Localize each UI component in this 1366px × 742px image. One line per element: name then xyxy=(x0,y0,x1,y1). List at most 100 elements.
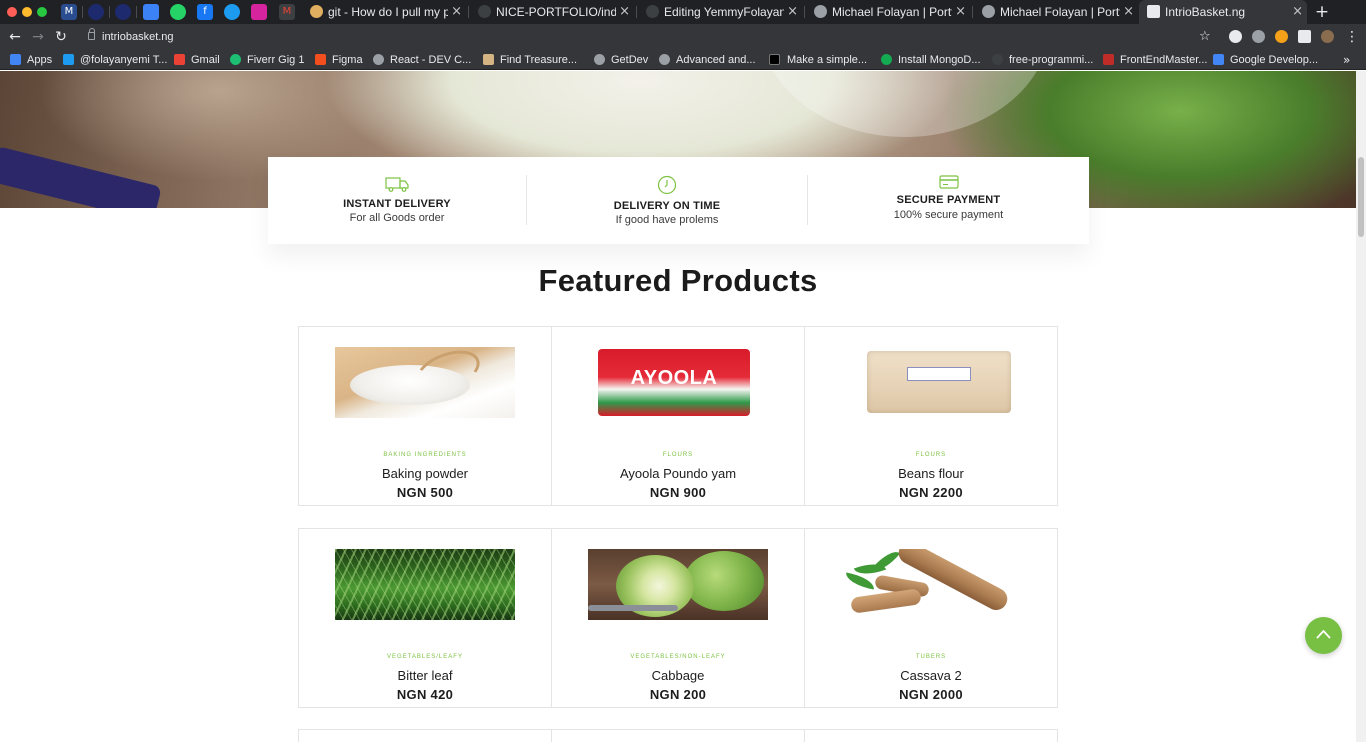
extension-icon[interactable] xyxy=(1275,30,1288,43)
tab-portfolio-2[interactable]: Michael Folayan | Portfoli × xyxy=(974,0,1138,24)
maximize-window-button[interactable] xyxy=(37,7,47,17)
address-bar[interactable]: intriobasket.ng xyxy=(78,27,1222,47)
product-card-bitter-leaf[interactable]: Vegetables/Leafy Bitter leaf NGN 420 xyxy=(298,528,552,708)
poundo-yam-bag-image[interactable]: AYOOLA xyxy=(588,347,768,418)
github-icon xyxy=(478,5,491,18)
puzzle-extensions-icon[interactable] xyxy=(1298,30,1311,43)
product-name[interactable]: Bitter leaf xyxy=(299,668,551,683)
extension-icon[interactable] xyxy=(1229,30,1242,43)
pinned-tab-icon[interactable] xyxy=(115,4,131,20)
feature-subtitle: For all Goods order xyxy=(349,212,445,224)
tab-favicon-icon xyxy=(310,5,323,18)
page-icon xyxy=(1147,5,1160,18)
tab-close-icon[interactable]: × xyxy=(619,0,630,24)
tab-intriobasket[interactable]: IntrioBasket.ng × xyxy=(1139,0,1307,24)
beans-flour-bag-image[interactable] xyxy=(841,347,1021,418)
tab-divider xyxy=(136,6,137,18)
product-card-partial[interactable] xyxy=(551,729,805,742)
close-window-button[interactable] xyxy=(7,7,17,17)
url-text: intriobasket.ng xyxy=(102,31,174,43)
bitter-leaf-image[interactable] xyxy=(335,549,515,620)
tab-close-icon[interactable]: × xyxy=(1292,0,1303,24)
bookmark-star-icon[interactable]: ☆ xyxy=(1199,27,1211,47)
pinned-tab-icon[interactable] xyxy=(143,4,159,20)
tab-close-icon[interactable]: × xyxy=(955,0,966,24)
menu-kebab-icon[interactable]: ⋮ xyxy=(1342,27,1362,47)
product-name[interactable]: Baking powder xyxy=(299,466,551,481)
tab-close-icon[interactable]: × xyxy=(1123,0,1134,24)
globe-icon xyxy=(659,54,670,65)
tab-close-icon[interactable]: × xyxy=(787,0,798,24)
twitter-icon[interactable] xyxy=(224,4,240,20)
product-name[interactable]: Ayoola Poundo yam xyxy=(552,466,804,481)
forward-button[interactable]: → xyxy=(28,27,48,47)
product-category: Tubers xyxy=(915,654,947,660)
tab-editing-yemmy[interactable]: Editing YemmyFolayan/R × xyxy=(638,0,802,24)
scrollbar-thumb[interactable] xyxy=(1358,157,1364,237)
pinned-tab-icon[interactable] xyxy=(88,4,104,20)
page-icon xyxy=(483,54,494,65)
tab-git-pull[interactable]: git - How do I pull my pro × xyxy=(302,0,466,24)
product-category: Flours xyxy=(915,452,947,458)
profile-avatar[interactable] xyxy=(1321,30,1334,43)
delivery-truck-icon xyxy=(385,177,409,192)
minimize-window-button[interactable] xyxy=(22,7,32,17)
bookmark-label: Install MongoD... xyxy=(898,54,981,66)
page-content: INSTANT DELIVERY For all Goods order DEL… xyxy=(0,71,1356,742)
whatsapp-icon[interactable] xyxy=(170,4,186,20)
cassava-image[interactable] xyxy=(841,549,1021,620)
tab-title: Michael Folayan | Portfoli xyxy=(832,5,952,19)
product-card-cassava-2[interactable]: Tubers Cassava 2 NGN 2000 xyxy=(804,528,1058,708)
product-name[interactable]: Cabbage xyxy=(552,668,804,683)
product-card-baking-powder[interactable]: Baking ingredients Baking powder NGN 500 xyxy=(298,326,552,506)
baking-powder-image[interactable] xyxy=(335,347,515,418)
gmail-icon[interactable]: M xyxy=(279,4,295,20)
tab-title: Michael Folayan | Portfoli xyxy=(1000,5,1120,19)
flour-package-label xyxy=(907,367,971,381)
product-category: Baking ingredients xyxy=(383,452,467,458)
bookmarks-bar: Apps @folayanyemi T... Gmail Fiverr Gig … xyxy=(0,50,1366,70)
tab-title: NICE-PORTFOLIO/index xyxy=(496,5,616,19)
tab-nice-portfolio[interactable]: NICE-PORTFOLIO/index × xyxy=(470,0,634,24)
lock-icon xyxy=(88,28,95,40)
bookmark-label: Find Treasure... xyxy=(500,54,578,66)
cabbage-image[interactable] xyxy=(588,549,768,620)
features-strip: INSTANT DELIVERY For all Goods order DEL… xyxy=(268,157,1089,244)
reload-button[interactable]: ↻ xyxy=(51,27,71,47)
product-card-partial[interactable] xyxy=(804,729,1058,742)
product-price: NGN 200 xyxy=(649,687,707,702)
tab-divider xyxy=(82,6,83,18)
facebook-icon[interactable]: f xyxy=(197,4,213,20)
google-developers-icon xyxy=(1213,54,1224,65)
product-name[interactable]: Beans flour xyxy=(805,466,1057,481)
pinned-tab-icon[interactable]: M xyxy=(61,4,77,20)
product-card-ayoola-poundo-yam[interactable]: AYOOLA Flours Ayoola Poundo yam NGN 900 xyxy=(551,326,805,506)
knife-handle-image xyxy=(0,145,162,208)
browser-tab-bar: M f M git - How do I pull my pro × NICE-… xyxy=(0,0,1366,24)
product-name[interactable]: Cassava 2 xyxy=(805,668,1057,683)
instagram-icon[interactable] xyxy=(251,4,267,20)
product-card-partial[interactable] xyxy=(298,729,552,742)
gmail-icon xyxy=(174,54,185,65)
extension-icon[interactable] xyxy=(1252,30,1265,43)
product-card-beans-flour[interactable]: Flours Beans flour NGN 2200 xyxy=(804,326,1058,506)
product-category: Vegetables/Non-Leafy xyxy=(630,654,726,660)
globe-icon xyxy=(594,54,605,65)
scroll-to-top-button[interactable] xyxy=(1305,617,1342,654)
tab-portfolio-1[interactable]: Michael Folayan | Portfoli × xyxy=(806,0,970,24)
apps-grid-icon xyxy=(10,54,21,65)
product-card-cabbage[interactable]: Vegetables/Non-Leafy Cabbage NGN 200 xyxy=(551,528,805,708)
feature-instant-delivery: INSTANT DELIVERY For all Goods order xyxy=(268,157,526,244)
new-tab-button[interactable]: + xyxy=(1313,2,1331,22)
browser-toolbar: ← → ↻ intriobasket.ng ☆ ⋮ xyxy=(0,24,1366,50)
page-scrollbar[interactable] xyxy=(1356,71,1366,742)
feature-secure-payment: SECURE PAYMENT 100% secure payment xyxy=(808,157,1089,244)
back-button[interactable]: ← xyxy=(5,27,25,47)
tab-divider xyxy=(109,6,110,18)
tab-title: git - How do I pull my pro xyxy=(328,5,448,19)
more-bookmarks-button[interactable]: » xyxy=(1343,50,1350,70)
tab-close-icon[interactable]: × xyxy=(451,0,462,24)
bookmark-label: Figma xyxy=(332,54,363,66)
globe-icon xyxy=(373,54,384,65)
mongodb-leaf-icon xyxy=(881,54,892,65)
